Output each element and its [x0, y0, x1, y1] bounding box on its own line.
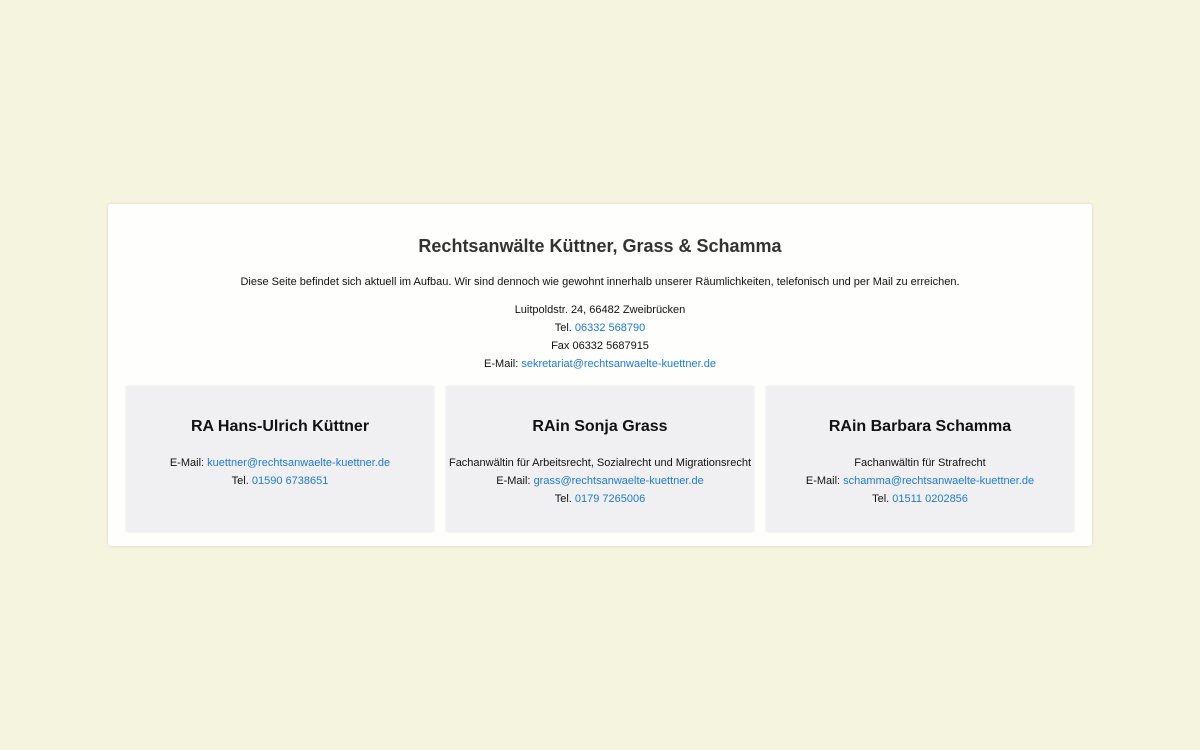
lawyer-phone-line: Tel. 01511 0202856 [766, 490, 1074, 508]
lawyer-name: RA Hans-Ulrich Küttner [190, 418, 370, 435]
lawyer-email-link[interactable]: kuettner@rechtsanwaelte-kuettner.de [207, 457, 390, 469]
lawyer-email-label: E-Mail: [169, 457, 205, 469]
lawyer-phone-line: Tel. 01590 6738651 [126, 472, 434, 490]
lawyer-email-label: E-Mail: [496, 475, 531, 487]
lawyer-contact: Fachanwältin für Strafrecht E-Mail: scha… [766, 454, 1074, 508]
lawyer-email-line: E-Mail: grass@rechtsanwaelte-kuettner.de [446, 472, 754, 490]
lawyer-specialty: Fachanwältin für Arbeitsrecht, Sozialrec… [448, 457, 752, 469]
lawyer-phone-label: Tel. [554, 493, 572, 505]
lawyer-card-grass: RAin Sonja Grass Fachanwältin für Arbeit… [446, 386, 754, 532]
lawyer-contact: Fachanwältin für Arbeitsrecht, Sozialrec… [446, 454, 754, 508]
page-title: Rechtsanwälte Küttner, Grass & Schamma [418, 236, 782, 256]
lawyer-card-schamma: RAin Barbara Schamma Fachanwältin für St… [766, 386, 1074, 532]
lawyer-cards: RA Hans-Ulrich Küttner E-Mail: kuettner@… [126, 386, 1074, 532]
firm-email-line: E-Mail: sekretariat@rechtsanwaelte-kuett… [108, 355, 1092, 373]
firm-phone-link[interactable]: 06332 568790 [575, 322, 645, 334]
lawyer-phone-link[interactable]: 0179 7265006 [575, 493, 645, 505]
lawyer-card-kuettner: RA Hans-Ulrich Küttner E-Mail: kuettner@… [126, 386, 434, 532]
lawyer-email-line: E-Mail: schamma@rechtsanwaelte-kuettner.… [766, 472, 1074, 490]
main-panel: Rechtsanwälte Küttner, Grass & Schamma D… [108, 204, 1092, 546]
firm-address: Luitpoldstr. 24, 66482 Zweibrücken [514, 304, 686, 316]
lawyer-name: RAin Barbara Schamma [828, 418, 1012, 435]
firm-email-link[interactable]: sekretariat@rechtsanwaelte-kuettner.de [521, 358, 716, 370]
lawyer-phone-link[interactable]: 01511 0202856 [892, 493, 968, 505]
firm-contact: Luitpoldstr. 24, 66482 Zweibrücken Tel. … [108, 301, 1092, 373]
construction-notice: Diese Seite befindet sich aktuell im Auf… [240, 276, 960, 288]
lawyer-phone-link[interactable]: 01590 6738651 [252, 475, 328, 487]
firm-phone-line: Tel. 06332 568790 [108, 319, 1092, 337]
lawyer-name: RAin Sonja Grass [532, 418, 668, 435]
lawyer-email-line: E-Mail: kuettner@rechtsanwaelte-kuettner… [126, 454, 434, 472]
lawyer-email-link[interactable]: grass@rechtsanwaelte-kuettner.de [534, 475, 704, 487]
firm-fax: Fax 06332 5687915 [551, 340, 649, 352]
lawyer-phone-label: Tel. [231, 475, 249, 487]
lawyer-specialty: Fachanwältin für Strafrecht [854, 457, 986, 469]
lawyer-email-link[interactable]: schamma@rechtsanwaelte-kuettner.de [843, 475, 1034, 487]
lawyer-phone-label: Tel. [872, 493, 890, 505]
lawyer-contact: E-Mail: kuettner@rechtsanwaelte-kuettner… [126, 454, 434, 490]
lawyer-phone-line: Tel. 0179 7265006 [446, 490, 754, 508]
lawyer-email-label: E-Mail: [805, 475, 841, 487]
firm-email-label: E-Mail: [484, 358, 519, 370]
firm-phone-label: Tel. [554, 322, 572, 334]
